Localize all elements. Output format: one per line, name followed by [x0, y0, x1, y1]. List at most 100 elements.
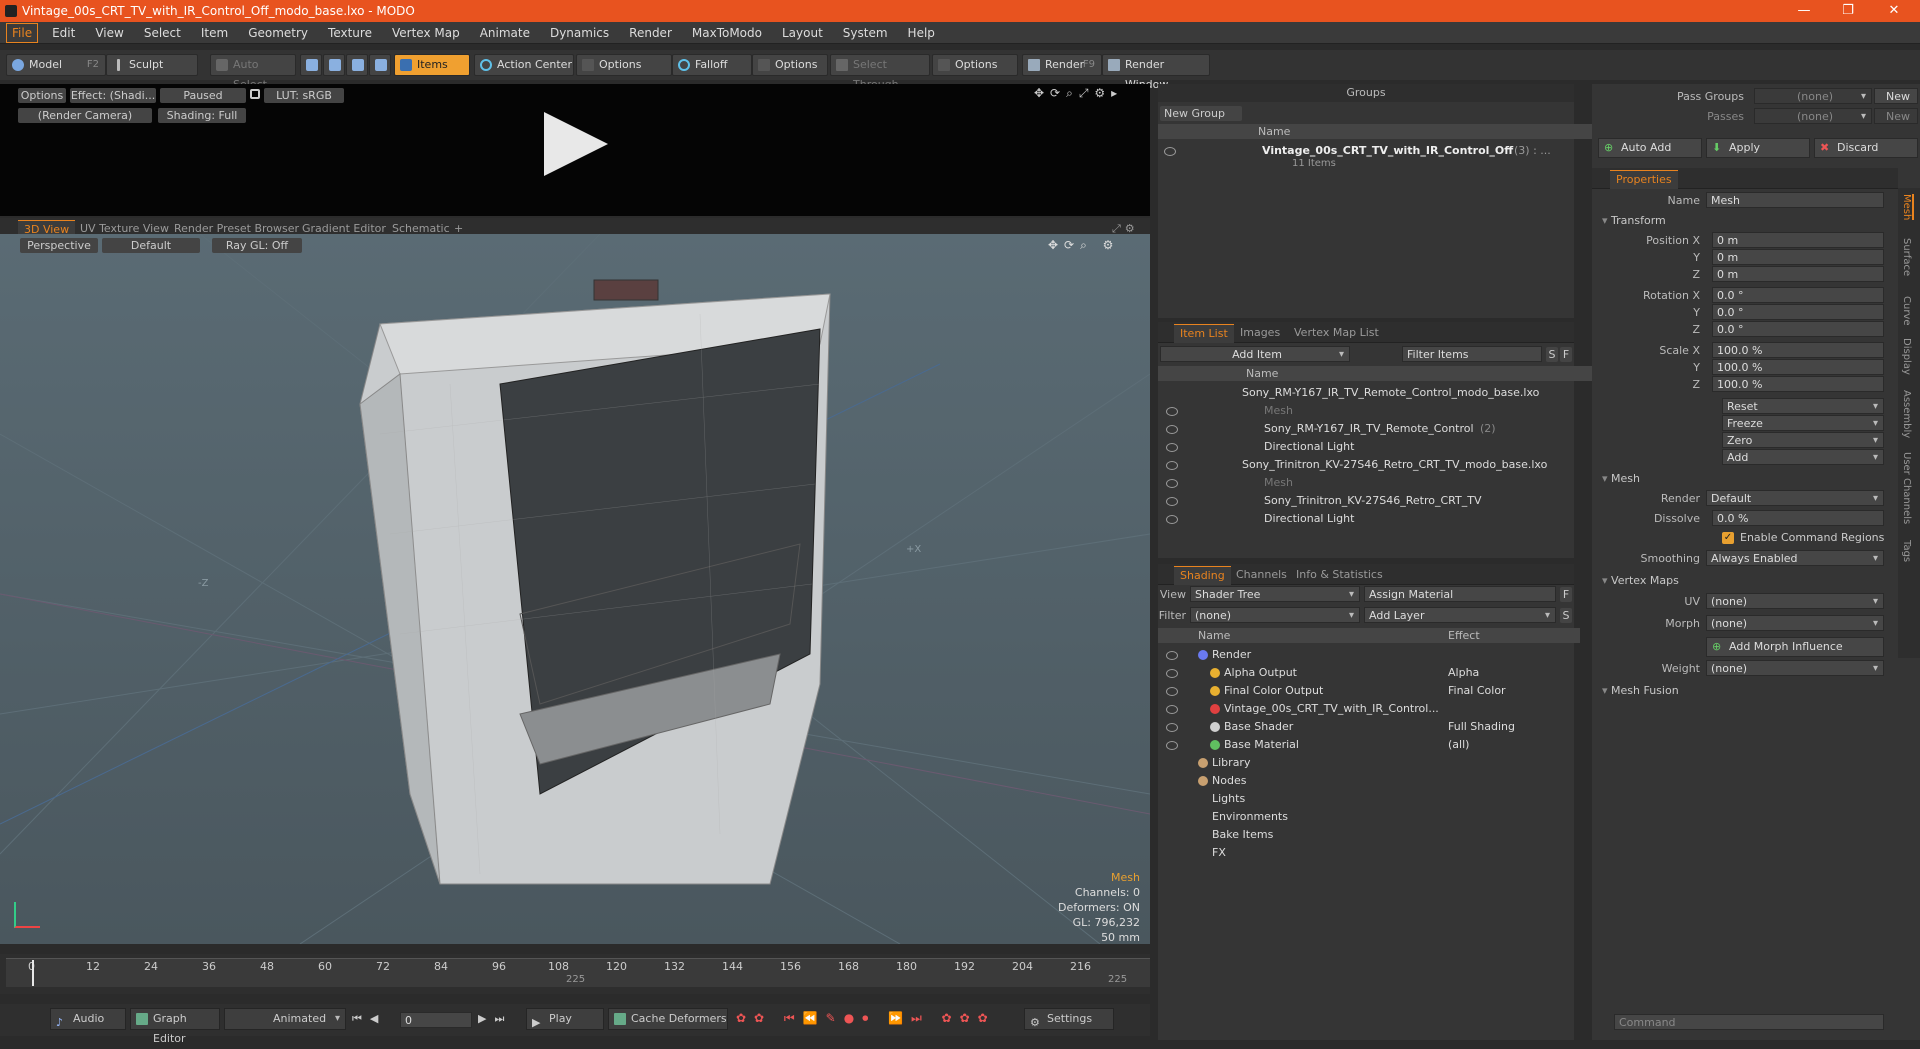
menu-item[interactable]: Item	[191, 22, 238, 44]
menu-edit[interactable]: Edit	[42, 22, 85, 44]
render-button[interactable]: Render F9	[1022, 54, 1102, 76]
menu-file[interactable]: File	[6, 22, 39, 43]
tab-properties[interactable]: Properties	[1610, 170, 1678, 189]
preview-effect-dropdown[interactable]: Effect: (Shadi...	[70, 88, 156, 103]
passes-dropdown[interactable]: (none)	[1754, 108, 1872, 125]
rotation-x-input[interactable]: 0.0 °	[1712, 287, 1884, 303]
auto-select-button[interactable]: Auto Select	[210, 54, 296, 91]
sculpt-button[interactable]: Sculpt	[106, 54, 198, 76]
position-y-input[interactable]: 0 m	[1712, 249, 1884, 265]
polygons-mode-button[interactable]	[346, 54, 368, 76]
side-tab-mesh[interactable]: Mesh	[1901, 194, 1914, 221]
shader-tree-row[interactable]: Library	[1158, 754, 1574, 771]
timeline[interactable]: 0 12 24 36 48 60 72 84 96 108 120 132 14…	[0, 954, 1150, 994]
new-pass-button[interactable]: New	[1874, 108, 1918, 124]
select-through-options-button[interactable]: Options	[932, 54, 1018, 76]
audio-button[interactable]: ♪ Audio	[50, 1008, 126, 1030]
item-list-row[interactable]: Sony_Trinitron_KV-27S46_Retro_CRT_TV_mod…	[1158, 456, 1574, 473]
itemlist-s-button[interactable]: S	[1546, 347, 1558, 362]
playhead[interactable]	[32, 960, 34, 986]
crt-tv-model[interactable]	[359, 279, 831, 885]
vertices-mode-button[interactable]	[300, 54, 322, 76]
layer-effect[interactable]: Full Shading	[1448, 718, 1515, 735]
new-pass-group-button[interactable]: New	[1874, 88, 1918, 104]
visibility-icon[interactable]	[1166, 425, 1178, 434]
restore-button[interactable]: ❐	[1826, 0, 1870, 22]
new-group-button[interactable]: New Group	[1160, 106, 1242, 121]
model-button[interactable]: Model F2	[6, 54, 106, 76]
side-tab-tags[interactable]: Tags	[1901, 540, 1912, 562]
enable-command-regions-checkbox[interactable]: ✓	[1722, 532, 1734, 544]
auto-add-button[interactable]: ⊕ Auto Add	[1598, 138, 1702, 158]
tab-images[interactable]: Images	[1234, 324, 1286, 342]
menu-texture[interactable]: Texture	[318, 22, 382, 44]
play-icon[interactable]	[544, 112, 608, 176]
item-list-row[interactable]: Sony_RM-Y167_IR_TV_Remote_Control (2)	[1158, 420, 1574, 437]
minimize-button[interactable]: —	[1782, 0, 1826, 22]
shader-tree-row[interactable]: Base Shader Full Shading	[1158, 718, 1574, 735]
preview-paused-button[interactable]: Paused	[160, 88, 246, 103]
side-tab-curve[interactable]: Curve	[1901, 296, 1912, 326]
tab-vertex-map-list[interactable]: Vertex Map List	[1288, 324, 1385, 342]
mesh-fusion-section[interactable]: Mesh Fusion	[1602, 684, 1679, 697]
dissolve-input[interactable]: 0.0 %	[1712, 510, 1884, 526]
position-x-input[interactable]: 0 m	[1712, 232, 1884, 248]
visibility-icon[interactable]	[1166, 479, 1178, 488]
menu-view[interactable]: View	[85, 22, 133, 44]
menu-layout[interactable]: Layout	[772, 22, 833, 44]
command-input[interactable]: Command	[1614, 1014, 1884, 1030]
frame-input[interactable]: 0	[400, 1012, 472, 1028]
position-z-input[interactable]: 0 m	[1712, 266, 1884, 282]
shader-tree-row[interactable]: Environments	[1158, 808, 1574, 825]
raygl-dropdown[interactable]: Ray GL: Off	[212, 238, 302, 253]
shader-tree-row[interactable]: Bake Items	[1158, 826, 1574, 843]
shading-f-button[interactable]: F	[1560, 587, 1572, 602]
visibility-icon[interactable]	[1166, 515, 1178, 524]
uv-dropdown[interactable]: (none)	[1706, 593, 1884, 610]
graph-editor-button[interactable]: Graph Editor	[130, 1008, 220, 1045]
itemlist-f-button[interactable]: F	[1560, 347, 1572, 362]
items-mode-button[interactable]: Items	[394, 54, 470, 76]
step-back-icons[interactable]: ⏮◀	[352, 1012, 386, 1026]
viewport-style-dropdown[interactable]: Default	[102, 238, 200, 253]
menu-select[interactable]: Select	[134, 22, 191, 44]
reset-dropdown[interactable]: Reset	[1722, 398, 1884, 415]
scale-z-input[interactable]: 100.0 %	[1712, 376, 1884, 392]
visibility-icon[interactable]	[1166, 497, 1178, 506]
item-list-row[interactable]: Mesh	[1158, 474, 1574, 491]
weight-dropdown[interactable]: (none)	[1706, 660, 1884, 677]
menu-system[interactable]: System	[833, 22, 898, 44]
morph-dropdown[interactable]: (none)	[1706, 615, 1884, 632]
menu-animate[interactable]: Animate	[470, 22, 540, 44]
visibility-icon[interactable]	[1166, 705, 1178, 714]
item-list-row[interactable]: Directional Light	[1158, 438, 1574, 455]
render-prop-dropdown[interactable]: Default	[1706, 490, 1884, 507]
menu-dynamics[interactable]: Dynamics	[540, 22, 619, 44]
action-center-button[interactable]: Action Center	[474, 54, 574, 76]
3d-viewport[interactable]: Perspective Default Ray GL: Off ✥⟳⌕ ⚙ +X…	[0, 234, 1150, 944]
shading-s-button[interactable]: S	[1560, 608, 1572, 623]
settings-button[interactable]: ⚙ Settings	[1024, 1008, 1114, 1030]
menu-geometry[interactable]: Geometry	[238, 22, 318, 44]
item-list-row[interactable]: Sony_Trinitron_KV-27S46_Retro_CRT_TV	[1158, 492, 1574, 509]
layer-effect[interactable]: Alpha	[1448, 664, 1479, 681]
visibility-icon[interactable]	[1166, 407, 1178, 416]
item-list-row[interactable]: Sony_RM-Y167_IR_TV_Remote_Control_modo_b…	[1158, 384, 1574, 401]
add-layer-dropdown[interactable]: Add Layer	[1364, 607, 1556, 624]
visibility-icon[interactable]	[1166, 651, 1178, 660]
edges-mode-button[interactable]	[323, 54, 345, 76]
view-dropdown[interactable]: Shader Tree	[1190, 586, 1360, 603]
side-tab-display[interactable]: Display	[1901, 338, 1912, 375]
add-dropdown[interactable]: Add	[1722, 449, 1884, 466]
materials-mode-button[interactable]	[369, 54, 391, 76]
cache-deformers-button[interactable]: Cache Deformers	[608, 1008, 728, 1030]
shader-tree-row[interactable]: FX	[1158, 844, 1574, 861]
shading-dropdown[interactable]: Shading: Full	[158, 108, 246, 123]
visibility-icon[interactable]	[1166, 687, 1178, 696]
lut-dropdown[interactable]: LUT: sRGB	[264, 88, 344, 103]
preview-options-button[interactable]: Options	[18, 88, 66, 103]
action-center-options-button[interactable]: Options	[576, 54, 672, 76]
mesh-section[interactable]: Mesh	[1602, 472, 1640, 485]
item-list-row[interactable]: Mesh	[1158, 402, 1574, 419]
visibility-icon[interactable]	[1166, 443, 1178, 452]
